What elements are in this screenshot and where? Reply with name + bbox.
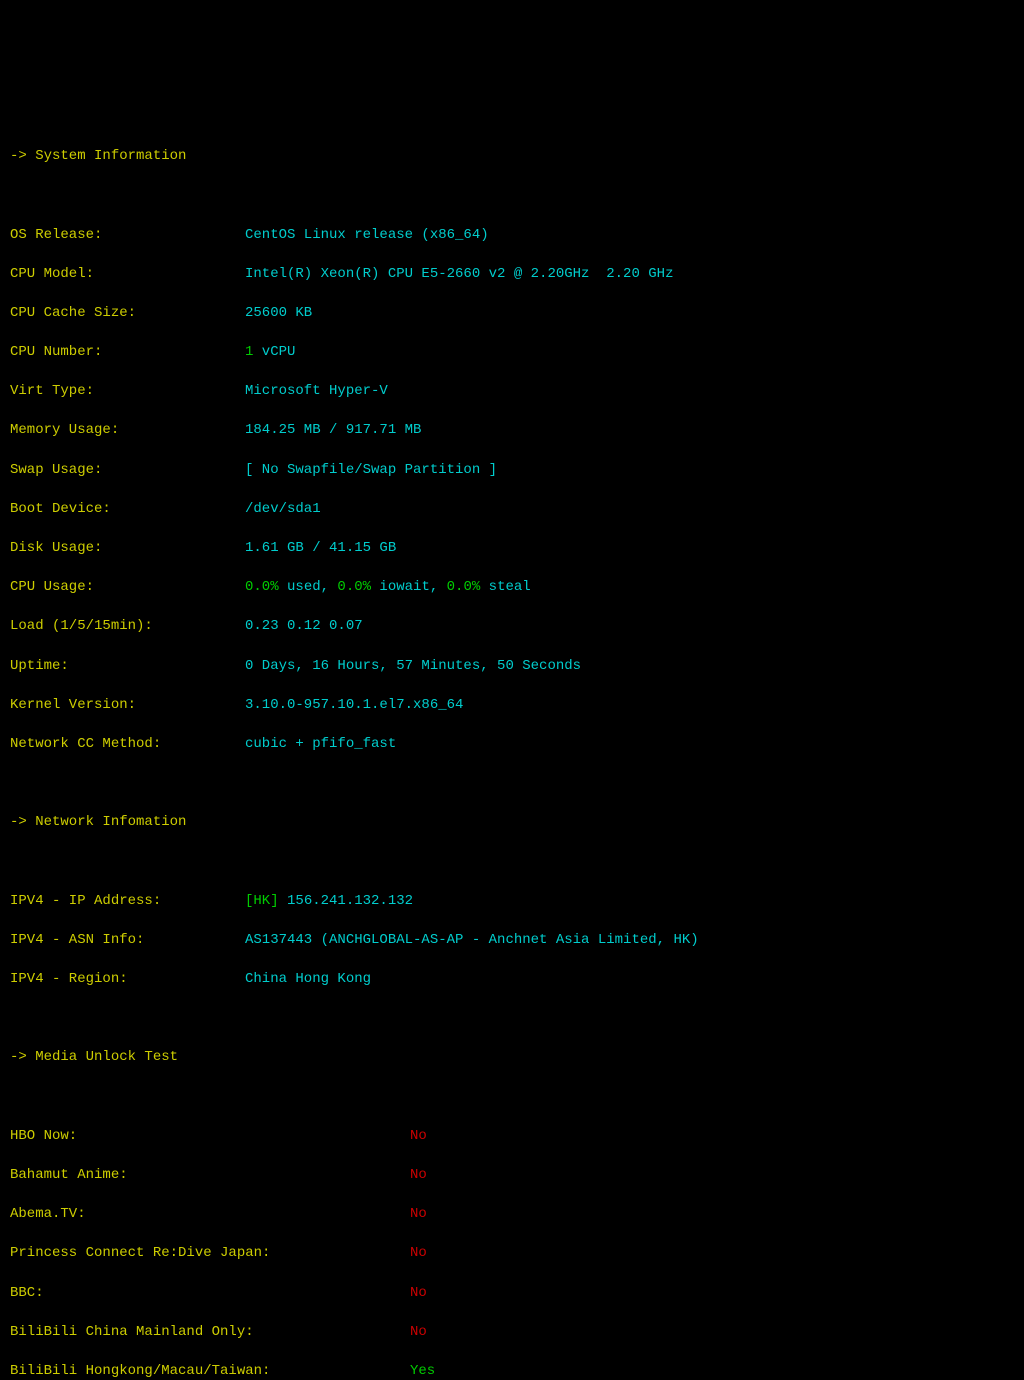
row-cpu-usage: CPU Usage:0.0% used, 0.0% iowait, 0.0% s… <box>10 578 1014 598</box>
row-bilibili-china: BiliBili China Mainland Only:No <box>10 1323 1014 1343</box>
row-bilibili-hk: BiliBili Hongkong/Macau/Taiwan:Yes <box>10 1362 1014 1380</box>
row-princess-connect: Princess Connect Re:Dive Japan:No <box>10 1244 1014 1264</box>
section-header-system: -> System Information <box>10 147 1014 167</box>
row-memory-usage: Memory Usage:184.25 MB / 917.71 MB <box>10 421 1014 441</box>
row-hbo-now: HBO Now:No <box>10 1127 1014 1147</box>
row-bbc: BBC:No <box>10 1284 1014 1304</box>
terminal-output: -> System Information OS Release:CentOS … <box>10 88 1014 1380</box>
row-kernel-version: Kernel Version:3.10.0-957.10.1.el7.x86_6… <box>10 696 1014 716</box>
section-header-network: -> Network Infomation <box>10 813 1014 833</box>
row-ipv4-asn: IPV4 - ASN Info:AS137443 (ANCHGLOBAL-AS-… <box>10 931 1014 951</box>
row-cpu-number: CPU Number:1 vCPU <box>10 343 1014 363</box>
row-load: Load (1/5/15min):0.23 0.12 0.07 <box>10 617 1014 637</box>
row-network-cc: Network CC Method:cubic + pfifo_fast <box>10 735 1014 755</box>
row-cpu-cache: CPU Cache Size:25600 KB <box>10 304 1014 324</box>
row-ipv4-region: IPV4 - Region:China Hong Kong <box>10 970 1014 990</box>
row-virt-type: Virt Type:Microsoft Hyper-V <box>10 382 1014 402</box>
row-ipv4-address: IPV4 - IP Address:[HK] 156.241.132.132 <box>10 892 1014 912</box>
row-cpu-model: CPU Model:Intel(R) Xeon(R) CPU E5-2660 v… <box>10 265 1014 285</box>
row-uptime: Uptime:0 Days, 16 Hours, 57 Minutes, 50 … <box>10 657 1014 677</box>
row-boot-device: Boot Device:/dev/sda1 <box>10 500 1014 520</box>
section-header-media: -> Media Unlock Test <box>10 1048 1014 1068</box>
row-abema: Abema.TV:No <box>10 1205 1014 1225</box>
row-os-release: OS Release:CentOS Linux release (x86_64) <box>10 226 1014 246</box>
row-swap-usage: Swap Usage:[ No Swapfile/Swap Partition … <box>10 461 1014 481</box>
row-disk-usage: Disk Usage:1.61 GB / 41.15 GB <box>10 539 1014 559</box>
row-bahamut: Bahamut Anime:No <box>10 1166 1014 1186</box>
